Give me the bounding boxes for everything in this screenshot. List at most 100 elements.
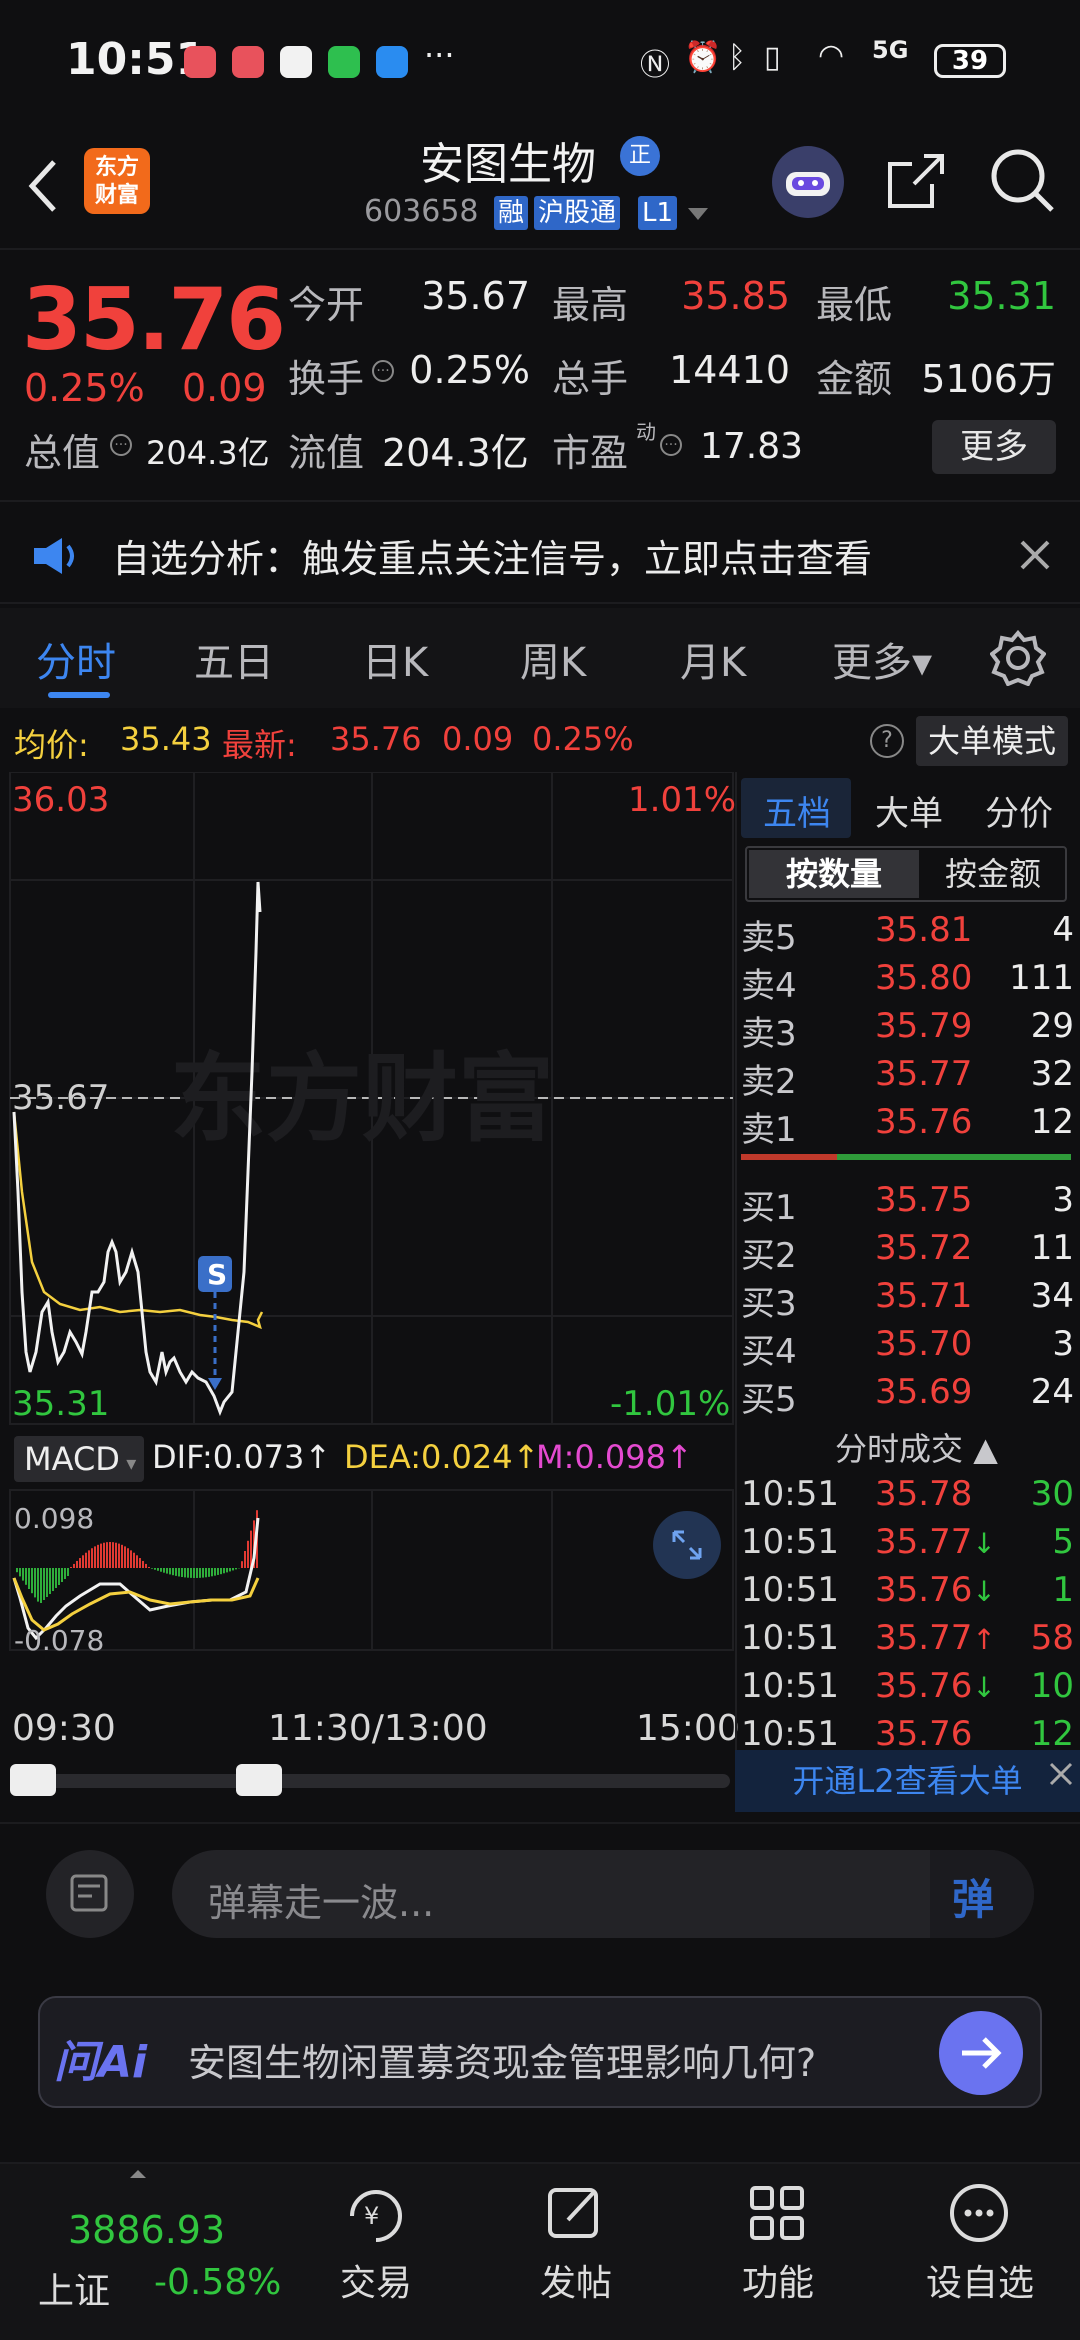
book-tab-price-dist[interactable]: 分价 bbox=[985, 786, 1053, 835]
tick-time: 10:51 bbox=[741, 1570, 839, 1610]
stat-label: 今开 bbox=[288, 283, 365, 327]
ai-brand: 问Ai bbox=[54, 2037, 148, 2088]
ai-question-bar[interactable]: 问Ai 安图生物闲置募资现金管理影响几何? bbox=[38, 1996, 1042, 2108]
analysis-banner[interactable]: 自选分析：触发重点关注信号，立即点击查看 bbox=[0, 500, 1080, 604]
tick-row: 10:51 35.77↑ 58 bbox=[735, 1618, 1080, 1666]
bid-row[interactable]: 买2 35.72 11 bbox=[735, 1228, 1080, 1276]
nav-trade[interactable]: 交易 bbox=[306, 2254, 446, 2306]
ask-price: 35.80 bbox=[875, 958, 973, 998]
l2-upgrade-banner[interactable]: 开通L2查看大单 bbox=[735, 1750, 1080, 1812]
more-stats-button[interactable]: 更多 bbox=[932, 420, 1056, 474]
avg-value: 35.43 bbox=[120, 720, 212, 758]
nav-functions[interactable]: 功能 bbox=[708, 2254, 848, 2306]
info-icon[interactable]: ··· bbox=[372, 360, 394, 382]
notification-app-icon bbox=[184, 46, 216, 78]
danmaku-send-button[interactable]: 弹 bbox=[930, 1850, 1034, 1938]
tab-daily-k[interactable]: 日K bbox=[362, 630, 428, 688]
post-icon[interactable] bbox=[544, 2182, 606, 2244]
index-value[interactable]: 3886.93 bbox=[68, 2208, 225, 2252]
info-icon[interactable]: ··· bbox=[110, 434, 132, 456]
tick-direction-icon: ↓ bbox=[972, 1575, 996, 1608]
stat-amount: 5106万 bbox=[921, 357, 1056, 401]
chart-range-scrollbar[interactable] bbox=[10, 1760, 730, 1800]
macd-panel[interactable]: MACD ▾ DIF:0.073↑ DEA:0.024↑ M:0.098↑ 0.… bbox=[0, 1432, 740, 1762]
ask-row[interactable]: 卖1 35.76 12 bbox=[735, 1102, 1080, 1150]
trade-icon[interactable]: ¥ bbox=[342, 2182, 408, 2248]
arrow-right-icon[interactable] bbox=[938, 2010, 1024, 2096]
status-bar: 10:51 ··· Ⓝ ⏰ ᛒ ▯ ◠ 5G 39 bbox=[0, 0, 1080, 120]
range-handle-left[interactable] bbox=[10, 1764, 56, 1796]
ask-price: 35.76 bbox=[875, 1102, 973, 1142]
time-axis-mid: 11:30/13:00 bbox=[268, 1708, 488, 1749]
ask-row[interactable]: 卖3 35.79 29 bbox=[735, 1006, 1080, 1054]
stat-label: 金额 bbox=[816, 357, 893, 401]
connect-tag: 沪股通 bbox=[534, 196, 621, 230]
tick-time: 10:51 bbox=[741, 1474, 839, 1514]
dropdown-arrow-icon[interactable] bbox=[686, 206, 710, 222]
ask-row[interactable]: 卖2 35.77 32 bbox=[735, 1054, 1080, 1102]
index-pct[interactable]: -0.58% bbox=[154, 2262, 281, 2303]
tab-five-day[interactable]: 五日 bbox=[194, 630, 274, 688]
bid-volume: 34 bbox=[1030, 1276, 1074, 1316]
range-handle-right[interactable] bbox=[236, 1764, 282, 1796]
stat-pe: 17.83 bbox=[700, 426, 804, 467]
bid-row[interactable]: 买1 35.75 3 bbox=[735, 1180, 1080, 1228]
bottom-navigation: 3886.93 上证 -0.58% ¥ 交易 发帖 功能 设自选 bbox=[0, 2162, 1080, 2340]
stat-label: 总手 bbox=[552, 357, 629, 401]
stat-label: 流值 bbox=[288, 431, 365, 475]
search-icon[interactable] bbox=[988, 146, 1056, 214]
chart-low-pct-label: -1.01% bbox=[610, 1384, 731, 1424]
ask-price: 35.77 bbox=[875, 1054, 973, 1094]
toggle-by-amount[interactable]: 按金额 bbox=[923, 850, 1063, 898]
book-tab-five-levels[interactable]: 五档 bbox=[763, 786, 831, 835]
close-icon[interactable] bbox=[1047, 1760, 1075, 1788]
stat-label: 最低 bbox=[816, 283, 893, 327]
functions-icon[interactable] bbox=[746, 2182, 808, 2244]
ask-row[interactable]: 卖4 35.80 111 bbox=[735, 958, 1080, 1006]
nav-post[interactable]: 发帖 bbox=[506, 2254, 646, 2306]
chevron-left-icon[interactable] bbox=[22, 156, 62, 216]
tab-more[interactable]: 更多▾ bbox=[832, 630, 932, 688]
wifi-icon: ◠ bbox=[818, 38, 845, 73]
book-tab-big-orders[interactable]: 大单 bbox=[875, 786, 943, 835]
stat-float-cap: 204.3亿 bbox=[382, 431, 529, 475]
chevron-up-icon[interactable] bbox=[128, 2168, 148, 2180]
tick-volume: 30 bbox=[1030, 1474, 1074, 1514]
gear-icon[interactable] bbox=[990, 630, 1046, 686]
bid-row[interactable]: 买4 35.70 3 bbox=[735, 1324, 1080, 1372]
help-icon[interactable]: ? bbox=[870, 724, 904, 758]
more-circle-icon[interactable] bbox=[948, 2182, 1010, 2244]
robot-avatar-icon[interactable] bbox=[768, 142, 848, 222]
info-icon[interactable]: ··· bbox=[660, 434, 682, 456]
watermark-text: 东方财富 bbox=[170, 1043, 554, 1155]
big-order-mode-button[interactable]: 大单模式 bbox=[916, 716, 1068, 766]
tab-monthly-k[interactable]: 月K bbox=[680, 630, 746, 688]
bid-row[interactable]: 买3 35.71 34 bbox=[735, 1276, 1080, 1324]
macd-selector[interactable]: MACD ▾ bbox=[14, 1436, 144, 1482]
tick-time: 10:51 bbox=[741, 1666, 839, 1706]
intraday-chart[interactable]: 东方财富 S 36.03 1.01% 35.67 35.31 -1.01% bbox=[0, 772, 736, 1432]
tick-direction-icon: ↑ bbox=[972, 1623, 996, 1656]
tab-intraday[interactable]: 分时 bbox=[36, 630, 116, 688]
ticks-title[interactable]: 分时成交 ▲ bbox=[835, 1424, 998, 1470]
ask-price: 35.79 bbox=[875, 1006, 973, 1046]
index-name[interactable]: 上证 bbox=[38, 2262, 110, 2314]
tick-price: 35.76↓ bbox=[875, 1570, 996, 1610]
ask-price: 35.81 bbox=[875, 910, 973, 950]
ask-row[interactable]: 卖5 35.81 4 bbox=[735, 910, 1080, 958]
tick-volume: 10 bbox=[1030, 1666, 1074, 1706]
notification-app-icon bbox=[232, 46, 264, 78]
share-icon[interactable] bbox=[884, 148, 948, 212]
danmaku-input[interactable]: 弹幕走一波... bbox=[172, 1850, 1034, 1938]
tab-weekly-k[interactable]: 周K bbox=[520, 630, 586, 688]
nav-add-watchlist[interactable]: 设自选 bbox=[910, 2254, 1050, 2306]
bid-row[interactable]: 买5 35.69 24 bbox=[735, 1372, 1080, 1420]
alarm-icon: ⏰ bbox=[684, 40, 722, 75]
toggle-by-quantity[interactable]: 按数量 bbox=[749, 850, 919, 898]
danmaku-settings-icon[interactable] bbox=[44, 1848, 136, 1940]
tick-volume: 1 bbox=[1052, 1570, 1074, 1610]
expand-icon[interactable] bbox=[652, 1510, 722, 1580]
quote-panel: 35.76 0.25% 0.09 今开 35.67 最高 35.85 最低 35… bbox=[0, 250, 1080, 490]
tick-price: 35.78 bbox=[875, 1474, 973, 1514]
close-icon[interactable] bbox=[1018, 538, 1052, 572]
